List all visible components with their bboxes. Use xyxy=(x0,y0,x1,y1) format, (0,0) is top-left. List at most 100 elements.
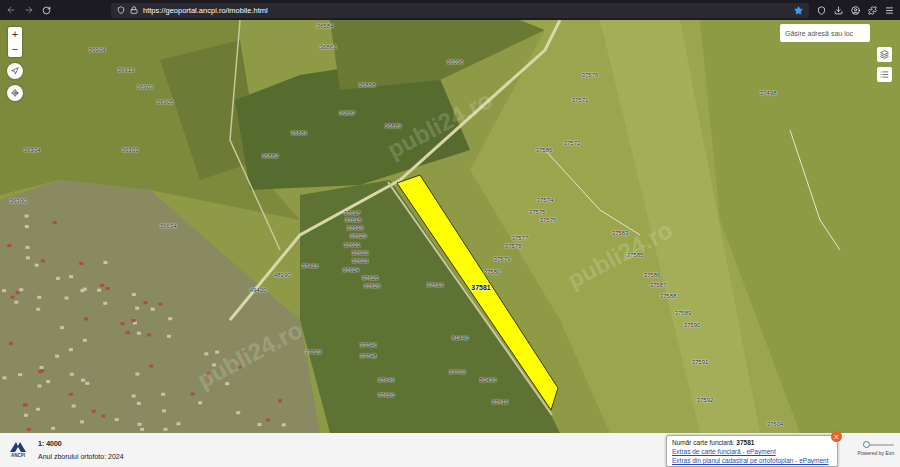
protection-icon[interactable] xyxy=(817,6,826,15)
parcel-label[interactable]: 37617 xyxy=(344,210,361,217)
parcel-label[interactable]: 36304 xyxy=(24,147,41,154)
back-icon[interactable] xyxy=(6,5,16,15)
parcel-label[interactable]: 37625 xyxy=(362,275,379,282)
parcel-label[interactable]: 37416 xyxy=(302,263,319,270)
parcel-label[interactable]: 37622 xyxy=(352,250,369,257)
parcel-label[interactable]: 37592 xyxy=(697,397,714,404)
parcel-label[interactable]: 36907 xyxy=(137,84,154,91)
parcel-label[interactable]: 37730 xyxy=(449,369,466,376)
roof xyxy=(158,303,162,306)
parcel-label[interactable]: 48990 xyxy=(274,272,291,279)
layers-button[interactable] xyxy=(877,47,892,62)
map[interactable]: 36584 36863 36096 36888 36887 36889 36881 36882… xyxy=(0,20,900,433)
parcel-label[interactable]: 37613 xyxy=(427,282,444,289)
parcel-label[interactable]: 36882 xyxy=(262,153,279,160)
parcel-label[interactable]: 36584 xyxy=(317,23,334,30)
parcel-label[interactable]: 37572 xyxy=(564,140,581,147)
parcel-label[interactable]: 36889 xyxy=(385,123,402,130)
parcel-label[interactable]: 36863 xyxy=(320,44,337,51)
parcel-label[interactable]: 37585 xyxy=(627,252,644,259)
bookmark-star-icon[interactable] xyxy=(794,6,803,15)
parcel-label[interactable]: 37574 xyxy=(537,197,554,204)
address-bar[interactable]: https://geoportal.ancpi.ro/imobile.html xyxy=(111,3,809,18)
parcel-label[interactable]: 37581 xyxy=(471,284,490,291)
layers-icon[interactable] xyxy=(880,50,889,59)
parcel-label[interactable]: 36634 xyxy=(160,223,177,230)
parcel-label[interactable]: 36904 xyxy=(89,47,106,54)
parcel-label[interactable]: 37576 xyxy=(582,72,599,79)
parcel-label[interactable]: 36300 xyxy=(10,198,27,205)
download-icon[interactable] xyxy=(834,6,843,15)
parcel-label[interactable]: 36905 xyxy=(157,99,174,106)
parcel-label[interactable]: 37604 xyxy=(767,421,784,428)
zoom-out-button[interactable]: − xyxy=(8,42,22,57)
parcel-label[interactable]: 37620 xyxy=(350,233,367,240)
roof xyxy=(147,333,151,336)
parcel-label[interactable]: 37587 xyxy=(650,282,667,289)
parcel-label[interactable]: 37612 xyxy=(492,399,509,406)
parcel-label[interactable]: 37576 xyxy=(540,217,557,224)
parcel-label[interactable]: 37578 xyxy=(505,243,522,250)
parcel-label[interactable]: 37650 xyxy=(378,392,395,399)
menu-icon[interactable] xyxy=(885,6,894,15)
search-input[interactable] xyxy=(780,24,870,42)
compass-icon[interactable] xyxy=(11,67,19,75)
parcel-label[interactable]: 37621 xyxy=(344,242,361,249)
parcel-label[interactable]: 36303 xyxy=(122,147,139,154)
epayment-link[interactable]: Extras din planul cadastral pe ortofotop… xyxy=(672,457,832,464)
url-text[interactable]: https://geoportal.ancpi.ro/imobile.html xyxy=(143,6,789,15)
parcel-label[interactable]: 37591 xyxy=(692,359,709,366)
parcel-label[interactable]: 51430 xyxy=(480,377,497,384)
parcel-label[interactable]: 37723 xyxy=(305,349,322,356)
compass-button[interactable] xyxy=(7,63,23,79)
parcel-label[interactable]: 37571 xyxy=(572,97,589,104)
roof xyxy=(121,322,125,325)
roof xyxy=(18,373,22,376)
locate-icon[interactable] xyxy=(11,89,19,97)
parcel-label[interactable]: 36096 xyxy=(447,59,464,66)
parcel-label[interactable]: 37579 xyxy=(494,256,511,263)
shield-icon[interactable] xyxy=(117,6,125,14)
zoom-in-button[interactable]: + xyxy=(8,27,22,42)
parcel-label[interactable]: 37589 xyxy=(675,310,692,317)
lock-icon[interactable] xyxy=(130,6,138,14)
parcel-label[interactable]: 37626 xyxy=(364,283,381,290)
close-button[interactable]: × xyxy=(831,431,842,442)
parcel-label[interactable]: 37577 xyxy=(512,235,529,242)
parcel-label[interactable]: 37583 xyxy=(612,230,629,237)
forward-icon[interactable] xyxy=(24,5,34,15)
parcel-label[interactable]: 37746 xyxy=(360,342,377,349)
parcel-label[interactable]: 37590 xyxy=(684,322,701,329)
roof xyxy=(191,392,195,395)
legend-button[interactable] xyxy=(877,67,892,82)
parcel-label[interactable]: 37624 xyxy=(343,267,360,274)
extensions-icon[interactable] xyxy=(868,6,877,15)
account-icon[interactable] xyxy=(851,6,860,15)
parcel-label[interactable]: 37748 xyxy=(360,353,377,360)
opacity-slider[interactable] xyxy=(864,444,894,446)
parcel-label[interactable]: 37618 xyxy=(345,217,362,224)
parcel-label[interactable]: 36888 xyxy=(359,82,376,89)
parcel-label[interactable]: 36913 xyxy=(118,67,135,74)
parcel-label[interactable]: 36881 xyxy=(291,130,308,137)
parcel-label[interactable]: 37623 xyxy=(352,258,369,265)
selected-parcel[interactable] xyxy=(397,175,558,410)
locate-button[interactable] xyxy=(7,85,23,101)
parcel-label[interactable]: 37586 xyxy=(644,272,661,279)
parcel-label[interactable]: 37619 xyxy=(347,225,364,232)
epayment-link[interactable]: Extras de carte funciară - ePayment xyxy=(672,448,832,455)
parcel-label[interactable]: 37649 xyxy=(378,377,395,384)
parcel-label[interactable]: 37498 xyxy=(760,90,777,97)
roof xyxy=(258,423,262,426)
roof xyxy=(132,394,136,397)
parcel-label[interactable]: 49420 xyxy=(250,287,267,294)
reload-icon[interactable] xyxy=(42,6,51,15)
parcel-label[interactable]: 37588 xyxy=(660,293,677,300)
parcel-label[interactable]: 51440 xyxy=(452,335,469,342)
parcel-label[interactable]: 36887 xyxy=(339,110,356,117)
parcel-label[interactable]: 37586 xyxy=(536,147,553,154)
slider-thumb[interactable] xyxy=(863,441,870,448)
parcel-label[interactable]: 37580 xyxy=(484,269,501,276)
parcel-label[interactable]: 37575 xyxy=(529,209,546,216)
list-icon[interactable] xyxy=(880,70,889,79)
